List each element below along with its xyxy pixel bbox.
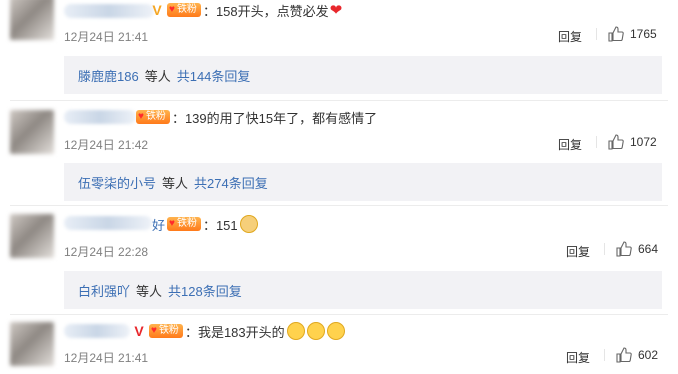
fan-badge: ♥ 铁粉 xyxy=(136,110,170,124)
laugh-cry-emoji-icon xyxy=(306,322,325,340)
timestamp: 12月24日 21:42 xyxy=(64,138,149,152)
like-button[interactable]: 1765 xyxy=(596,26,657,42)
like-button[interactable]: 602 xyxy=(604,347,659,363)
divider xyxy=(10,205,668,206)
verified-icon: V xyxy=(134,323,144,339)
like-button[interactable]: 1072 xyxy=(596,134,657,150)
reply-summary[interactable]: 伍零柒的小号 等人 共274条回复 xyxy=(64,163,662,201)
thumbs-up-icon xyxy=(608,134,624,150)
separator xyxy=(604,243,605,255)
heart-emoji-icon: ❤ xyxy=(329,2,343,19)
reply-count-link[interactable]: 共128条回复 xyxy=(168,281,242,300)
heart-icon: ♥ xyxy=(138,111,144,122)
fan-badge: ♥ 铁粉 xyxy=(167,217,201,231)
heart-icon: ♥ xyxy=(151,325,157,336)
thumbs-up-icon xyxy=(608,26,624,42)
username-blurred[interactable] xyxy=(64,4,154,18)
reply-etc-text: 等人 xyxy=(162,175,189,191)
separator xyxy=(604,349,605,361)
fan-badge: ♥ 铁粉 xyxy=(149,324,183,338)
avatar[interactable] xyxy=(10,110,54,154)
comment-text: ：我是183开头的 xyxy=(184,324,285,340)
like-count: 1765 xyxy=(630,27,657,41)
doge-emoji-icon xyxy=(239,215,258,233)
reply-summary[interactable]: 白利强吖 等人 共128条回复 xyxy=(64,271,662,309)
divider xyxy=(10,314,668,315)
like-count: 664 xyxy=(638,242,659,256)
reply-count-link[interactable]: 共144条回复 xyxy=(177,66,251,85)
reply-user-link[interactable]: 白利强吖 xyxy=(78,281,130,300)
timestamp: 12月24日 21:41 xyxy=(64,30,149,44)
comment-text: ：139的用了快15年了，都有感情了 xyxy=(171,110,378,126)
thumbs-up-icon xyxy=(616,347,632,363)
heart-icon: ♥ xyxy=(169,4,175,15)
thumbs-up-icon xyxy=(616,241,632,257)
laugh-cry-emoji-icon xyxy=(286,322,305,340)
fan-badge: ♥ 铁粉 xyxy=(167,3,201,17)
username-blurred[interactable] xyxy=(64,324,130,338)
heart-icon: ♥ xyxy=(169,218,175,229)
username-blurred[interactable] xyxy=(64,110,136,124)
reply-user-link[interactable]: 滕鹿鹿186 xyxy=(78,66,139,85)
timestamp: 12月24日 21:41 xyxy=(64,351,149,365)
avatar[interactable] xyxy=(10,214,54,258)
reply-user-link[interactable]: 伍零柒的小号 xyxy=(78,173,156,192)
like-count: 1072 xyxy=(630,135,657,149)
comment-text: ：151 xyxy=(202,217,238,233)
divider xyxy=(10,100,668,101)
username-blurred[interactable] xyxy=(64,216,152,230)
timestamp: 12月24日 22:28 xyxy=(64,245,149,259)
like-count: 602 xyxy=(638,348,659,362)
reply-button[interactable]: 回复 xyxy=(566,349,590,366)
separator xyxy=(596,136,597,148)
reply-button[interactable]: 回复 xyxy=(558,136,582,153)
like-button[interactable]: 664 xyxy=(604,241,659,257)
reply-button[interactable]: 回复 xyxy=(558,28,582,45)
reply-etc-text: 等人 xyxy=(136,283,163,299)
comment-text: ：158开头，点赞必发 xyxy=(202,3,329,19)
laugh-cry-emoji-icon xyxy=(326,322,345,340)
reply-summary[interactable]: 滕鹿鹿186 等人 共144条回复 xyxy=(64,56,662,94)
verified-icon: V xyxy=(152,2,162,18)
username-fragment[interactable]: 好 xyxy=(152,215,165,234)
reply-count-link[interactable]: 共274条回复 xyxy=(194,173,268,192)
reply-etc-text: 等人 xyxy=(144,68,171,84)
separator xyxy=(596,28,597,40)
avatar[interactable] xyxy=(10,322,54,366)
reply-button[interactable]: 回复 xyxy=(566,243,590,260)
avatar[interactable] xyxy=(10,0,54,40)
